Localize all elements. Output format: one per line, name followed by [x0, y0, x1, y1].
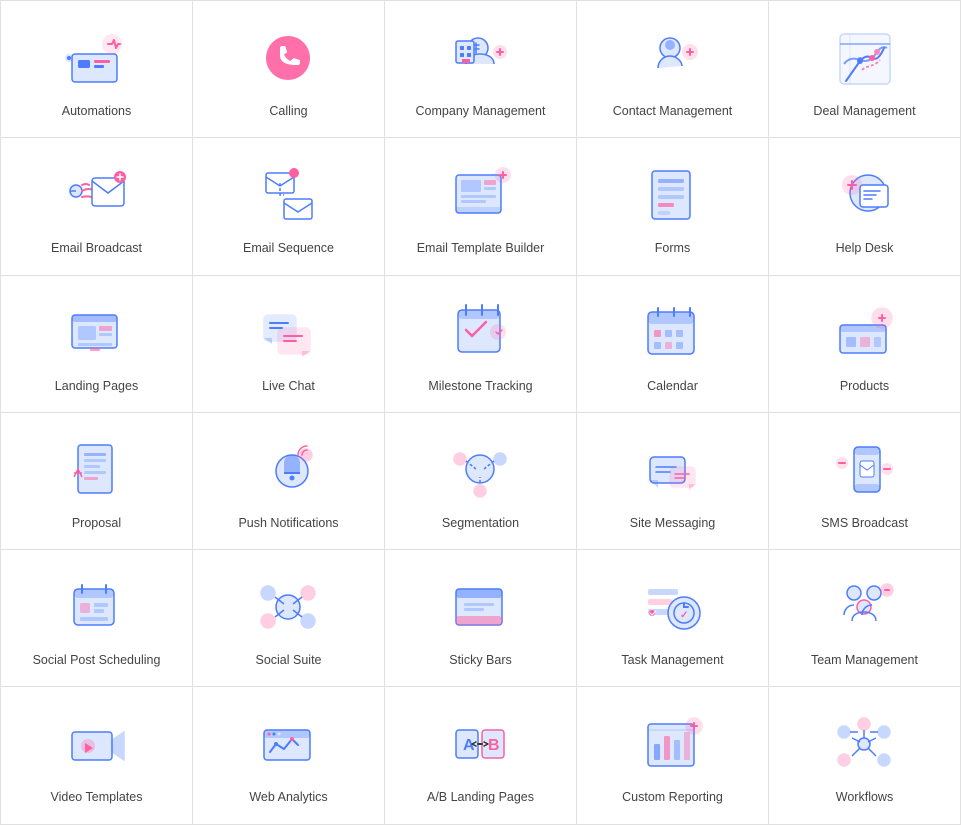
team-management-icon: [830, 572, 900, 642]
grid-item-social-suite[interactable]: Social Suite: [193, 550, 385, 687]
grid-item-sms-broadcast[interactable]: SMS Broadcast: [769, 413, 961, 550]
grid-item-email-sequence[interactable]: Email Sequence: [193, 138, 385, 275]
grid-item-automations[interactable]: Automations: [1, 1, 193, 138]
grid-item-calling[interactable]: Calling: [193, 1, 385, 138]
automations-label: Automations: [62, 103, 131, 119]
social-post-scheduling-icon: [62, 572, 132, 642]
proposal-label: Proposal: [72, 515, 121, 531]
ab-landing-pages-label: A/B Landing Pages: [427, 789, 534, 805]
sticky-bars-icon: [446, 572, 516, 642]
push-notifications-label: Push Notifications: [238, 515, 338, 531]
grid-item-video-templates[interactable]: Video Templates: [1, 687, 193, 824]
svg-text:B: B: [488, 737, 500, 754]
segmentation-icon: [446, 435, 516, 505]
site-messaging-icon: [638, 435, 708, 505]
grid-item-segmentation[interactable]: Segmentation: [385, 413, 577, 550]
calling-label: Calling: [269, 103, 307, 119]
grid-item-company-management[interactable]: Company Management: [385, 1, 577, 138]
products-icon: [830, 298, 900, 368]
svg-text:A: A: [463, 737, 475, 754]
email-broadcast-icon: [62, 160, 132, 230]
grid-item-sticky-bars[interactable]: Sticky Bars: [385, 550, 577, 687]
grid-item-task-management[interactable]: ✓ Task Management: [577, 550, 769, 687]
grid-item-workflows[interactable]: Workflows: [769, 687, 961, 824]
calling-icon: [254, 23, 324, 93]
grid-item-products[interactable]: Products: [769, 276, 961, 413]
deal-management-label: Deal Management: [813, 103, 915, 119]
team-management-label: Team Management: [811, 652, 918, 668]
grid-item-ab-landing-pages[interactable]: A B A/B Landing Pages: [385, 687, 577, 824]
help-desk-icon: [830, 160, 900, 230]
landing-pages-icon: [62, 298, 132, 368]
live-chat-label: Live Chat: [262, 378, 315, 394]
workflows-icon: [830, 709, 900, 779]
email-sequence-label: Email Sequence: [243, 240, 334, 256]
grid-item-custom-reporting[interactable]: Custom Reporting: [577, 687, 769, 824]
push-notifications-icon: [254, 435, 324, 505]
email-template-builder-icon: [446, 160, 516, 230]
sms-broadcast-label: SMS Broadcast: [821, 515, 908, 531]
grid-item-deal-management[interactable]: Deal Management: [769, 1, 961, 138]
web-analytics-icon: [254, 709, 324, 779]
grid-item-web-analytics[interactable]: Web Analytics: [193, 687, 385, 824]
video-templates-label: Video Templates: [51, 789, 143, 805]
contact-management-label: Contact Management: [613, 103, 733, 119]
product-grid: Automations Calling Company Management C…: [0, 0, 961, 825]
live-chat-icon: [254, 298, 324, 368]
grid-item-social-post-scheduling[interactable]: Social Post Scheduling: [1, 550, 193, 687]
help-desk-label: Help Desk: [836, 240, 894, 256]
email-template-builder-label: Email Template Builder: [417, 240, 545, 256]
milestone-tracking-icon: [446, 298, 516, 368]
ab-landing-pages-icon: A B: [446, 709, 516, 779]
grid-item-forms[interactable]: Forms: [577, 138, 769, 275]
calendar-label: Calendar: [647, 378, 698, 394]
calendar-icon: [638, 298, 708, 368]
deal-management-icon: [830, 23, 900, 93]
grid-item-team-management[interactable]: Team Management: [769, 550, 961, 687]
grid-item-email-broadcast[interactable]: Email Broadcast: [1, 138, 193, 275]
landing-pages-label: Landing Pages: [55, 378, 138, 394]
grid-item-milestone-tracking[interactable]: Milestone Tracking: [385, 276, 577, 413]
grid-item-live-chat[interactable]: Live Chat: [193, 276, 385, 413]
grid-item-calendar[interactable]: Calendar: [577, 276, 769, 413]
svg-text:✓: ✓: [680, 610, 688, 621]
grid-item-landing-pages[interactable]: Landing Pages: [1, 276, 193, 413]
grid-item-push-notifications[interactable]: Push Notifications: [193, 413, 385, 550]
grid-item-help-desk[interactable]: Help Desk: [769, 138, 961, 275]
products-label: Products: [840, 378, 889, 394]
forms-label: Forms: [655, 240, 690, 256]
forms-icon: [638, 160, 708, 230]
workflows-label: Workflows: [836, 789, 893, 805]
social-post-scheduling-label: Social Post Scheduling: [33, 652, 161, 668]
social-suite-label: Social Suite: [255, 652, 321, 668]
social-suite-icon: [254, 572, 324, 642]
custom-reporting-label: Custom Reporting: [622, 789, 723, 805]
company-management-icon: [446, 23, 516, 93]
proposal-icon: [62, 435, 132, 505]
grid-item-site-messaging[interactable]: Site Messaging: [577, 413, 769, 550]
sms-broadcast-icon: [830, 435, 900, 505]
task-management-label: Task Management: [621, 652, 723, 668]
grid-item-contact-management[interactable]: Contact Management: [577, 1, 769, 138]
sticky-bars-label: Sticky Bars: [449, 652, 512, 668]
grid-item-email-template-builder[interactable]: Email Template Builder: [385, 138, 577, 275]
grid-item-proposal[interactable]: Proposal: [1, 413, 193, 550]
task-management-icon: ✓: [638, 572, 708, 642]
email-sequence-icon: [254, 160, 324, 230]
web-analytics-label: Web Analytics: [249, 789, 327, 805]
contact-management-icon: [638, 23, 708, 93]
site-messaging-label: Site Messaging: [630, 515, 715, 531]
company-management-label: Company Management: [416, 103, 546, 119]
email-broadcast-label: Email Broadcast: [51, 240, 142, 256]
custom-reporting-icon: [638, 709, 708, 779]
milestone-tracking-label: Milestone Tracking: [428, 378, 532, 394]
video-templates-icon: [62, 709, 132, 779]
segmentation-label: Segmentation: [442, 515, 519, 531]
automations-icon: [62, 23, 132, 93]
